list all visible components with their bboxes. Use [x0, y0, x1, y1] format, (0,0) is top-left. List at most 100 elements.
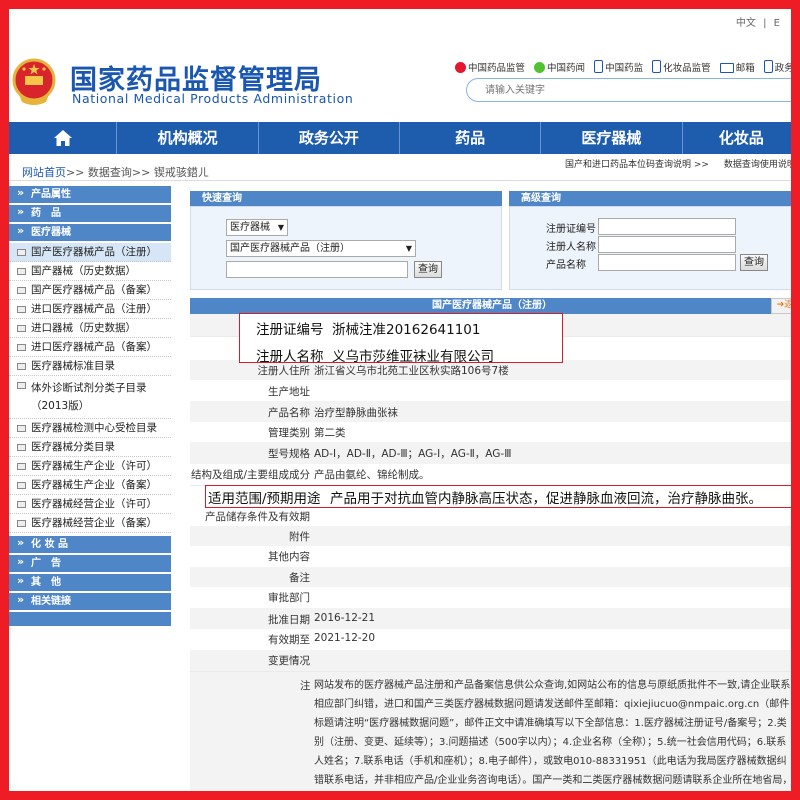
help-link-usage[interactable]: 数据查询使用说明: [724, 160, 796, 170]
sidebar-item-dist-filing[interactable]: 医疗器械经营企业（备案）: [9, 514, 171, 533]
sidebar-section-drugs[interactable]: 药 品: [9, 203, 171, 222]
top-link-label: 化妆品监管: [663, 63, 711, 74]
database-select-value: 国产医疗器械产品（注册）: [230, 243, 350, 254]
site-title-en: National Medical Products Administration: [72, 91, 354, 106]
detail-key: 结构及组成/主要组成成分: [190, 469, 310, 481]
database-select[interactable]: 国产医疗器械产品（注册） ▼: [226, 240, 416, 257]
detail-key: 注册人住所: [257, 365, 311, 377]
sidebar-item-dist-license[interactable]: 医疗器械经营企业（许可）: [9, 495, 171, 514]
nav-item-devices[interactable]: 医疗器械: [541, 122, 683, 154]
detail-row-remarks: 备注: [190, 567, 794, 588]
detail-value: 浙江省义乌市北苑工业区秋实路106号7楼: [314, 365, 509, 377]
top-link-cosmetics[interactable]: 化妆品监管: [652, 60, 711, 74]
registrant-input[interactable]: [598, 236, 736, 253]
back-button[interactable]: ➔返: [771, 298, 799, 314]
home-icon: [53, 130, 72, 146]
detail-value: 产品由氨纶、锦纶制成。: [314, 469, 430, 481]
sidebar-section-ads[interactable]: 广 告: [9, 553, 171, 572]
detail-row-other: 其他内容: [190, 546, 794, 568]
sidebar-section-devices[interactable]: 医疗器械: [9, 222, 171, 241]
help-link-drug-code[interactable]: 国产和进口药品本位码查询说明 >>: [565, 160, 709, 170]
top-link-wechat[interactable]: 中国药闻: [534, 60, 585, 74]
reg-no-input[interactable]: [598, 218, 736, 235]
sidebar-section-cosmetics[interactable]: 化 妆 品: [9, 534, 171, 553]
nav-home[interactable]: [9, 122, 118, 154]
product-name-input[interactable]: [598, 254, 736, 271]
quick-query-button[interactable]: 查询: [414, 261, 442, 278]
nav-item-cosmetics[interactable]: 化妆品: [683, 122, 800, 154]
detail-row-changes: 变更情况: [190, 650, 794, 672]
top-link-weibo[interactable]: 中国药品监管: [455, 60, 525, 74]
purpose-label: 适用范围/预期用途: [208, 491, 321, 507]
detail-value: AD-Ⅰ，AD-Ⅱ，AD-Ⅲ；AG-Ⅰ，AG-Ⅱ，AG-Ⅲ: [314, 448, 512, 460]
top-link-label: 中国药监: [605, 63, 644, 74]
sidebar-item-import-filing[interactable]: 进口医疗器械产品（备案）: [9, 338, 171, 357]
sidebar-section-other[interactable]: 其 他: [9, 572, 171, 591]
sidebar-item-mfr-license[interactable]: 医疗器械生产企业（许可）: [9, 457, 171, 476]
sidebar-item-domestic-reg[interactable]: 国产医疗器械产品（注册）: [9, 243, 171, 262]
field-label-registrant: 注册人名称: [546, 242, 596, 253]
notice: 注 网站发布的医疗器械产品注册和产品备案信息供公众查询,如网站公布的信息与原纸质…: [190, 672, 794, 800]
detail-row-dept: 审批部门: [190, 587, 794, 609]
divider: [9, 180, 800, 181]
sidebar-section-product-attr[interactable]: 产品属性: [9, 184, 171, 203]
sidebar-item-mfr-filing[interactable]: 医疗器械生产企业（备案）: [9, 476, 171, 495]
sidebar-item-domestic-history[interactable]: 国产器械（历史数据）: [9, 262, 171, 281]
reg-no-label: 注册证编号: [256, 322, 324, 338]
breadcrumb: 网站首页>> 数据查询>> 锲戒骇鍣ㄦ: [22, 164, 209, 180]
top-link-mail[interactable]: 邮箱: [719, 60, 755, 74]
detail-row-spec: 型号规格 AD-Ⅰ，AD-Ⅱ，AD-Ⅲ；AG-Ⅰ，AG-Ⅱ，AG-Ⅲ: [190, 442, 794, 465]
detail-value: 第二类: [314, 427, 346, 439]
top-link-gov[interactable]: 政务公: [763, 60, 791, 74]
nav-item-gov[interactable]: 政务公开: [259, 122, 401, 154]
sidebar-item-import-reg[interactable]: 进口医疗器械产品（注册）: [9, 300, 171, 319]
help-links: 国产和进口药品本位码查询说明 >> 数据查询使用说明: [565, 157, 800, 170]
top-link-mobile[interactable]: 中国药监: [594, 60, 643, 74]
detail-key: 其他内容: [268, 551, 310, 563]
sidebar-item-test-center[interactable]: 医疗器械检测中心受检目录: [9, 419, 171, 438]
detail-row-attachment: 附件: [190, 526, 794, 547]
detail-key: 管理类别: [268, 427, 310, 439]
sidebar-item-classification[interactable]: 医疗器械分类目录: [9, 438, 171, 457]
detail-row-product-name: 产品名称 治疗型静脉曲张袜: [190, 401, 794, 423]
detail-value: 治疗型静脉曲张袜: [314, 407, 398, 419]
detail-key: 有效期至: [268, 634, 310, 646]
sidebar-item-ivd-catalog[interactable]: 体外诊断试剂分类子目录（2013版）: [9, 376, 171, 419]
detail-key: 产品储存条件及有效期: [205, 511, 310, 523]
sidebar-item-domestic-filing[interactable]: 国产医疗器械产品（备案）: [9, 281, 171, 300]
notice-label: 注: [300, 680, 311, 692]
sidebar-item-standards[interactable]: 医疗器械标准目录: [9, 357, 171, 376]
main-nav: 机构概况 政务公开 药品 医疗器械 化妆品: [9, 122, 800, 154]
category-select-value: 医疗器械: [230, 222, 270, 233]
national-emblem-icon: [12, 58, 56, 105]
nav-item-about[interactable]: 机构概况: [117, 122, 259, 154]
lang-en[interactable]: E: [774, 18, 780, 29]
lang-divider: |: [763, 18, 767, 29]
category-select[interactable]: 医疗器械 ▼: [226, 219, 288, 236]
lang-cn[interactable]: 中文: [736, 18, 756, 29]
quick-search-input[interactable]: [226, 261, 408, 278]
mobile-icon: [594, 60, 604, 73]
quick-query-header: 快速查询: [190, 191, 502, 206]
sidebar-item-import-history[interactable]: 进口器械（历史数据）: [9, 319, 171, 338]
detail-key: 备注: [289, 572, 310, 584]
back-label: 返: [784, 300, 794, 310]
notice-text: 网站发布的医疗器械产品注册和产品备案信息供公众查询,如网站公布的信息与原纸质批件…: [314, 680, 793, 800]
nav-item-drugs[interactable]: 药品: [400, 122, 542, 154]
chevron-down-icon: ▼: [277, 223, 284, 232]
chevron-down-icon: ▼: [405, 244, 412, 253]
sidebar-section-links[interactable]: 相关链接: [9, 591, 171, 610]
breadcrumb-path: >> 数据查询>> 锲戒骇鍣ㄦ: [66, 166, 209, 179]
search-input[interactable]: [467, 79, 787, 101]
language-switch[interactable]: 中文 | E: [732, 14, 780, 29]
top-link-label: 中国药闻: [547, 63, 586, 74]
wechat-icon: [534, 62, 546, 73]
detail-key: 变更情况: [268, 655, 310, 667]
detail-row-production-address: 生产地址: [190, 380, 794, 402]
reg-no-value: 浙械注准20162641101: [332, 322, 481, 338]
purpose-value: 产品用于对抗血管内静脉高压状态，促进静脉血液回流，治疗静脉曲张。: [330, 491, 762, 507]
breadcrumb-home[interactable]: 网站首页: [22, 166, 66, 179]
detail-row-storage: 产品储存条件及有效期: [190, 506, 794, 527]
field-label-product: 产品名称: [546, 260, 586, 271]
advanced-query-button[interactable]: 查询: [740, 254, 768, 271]
